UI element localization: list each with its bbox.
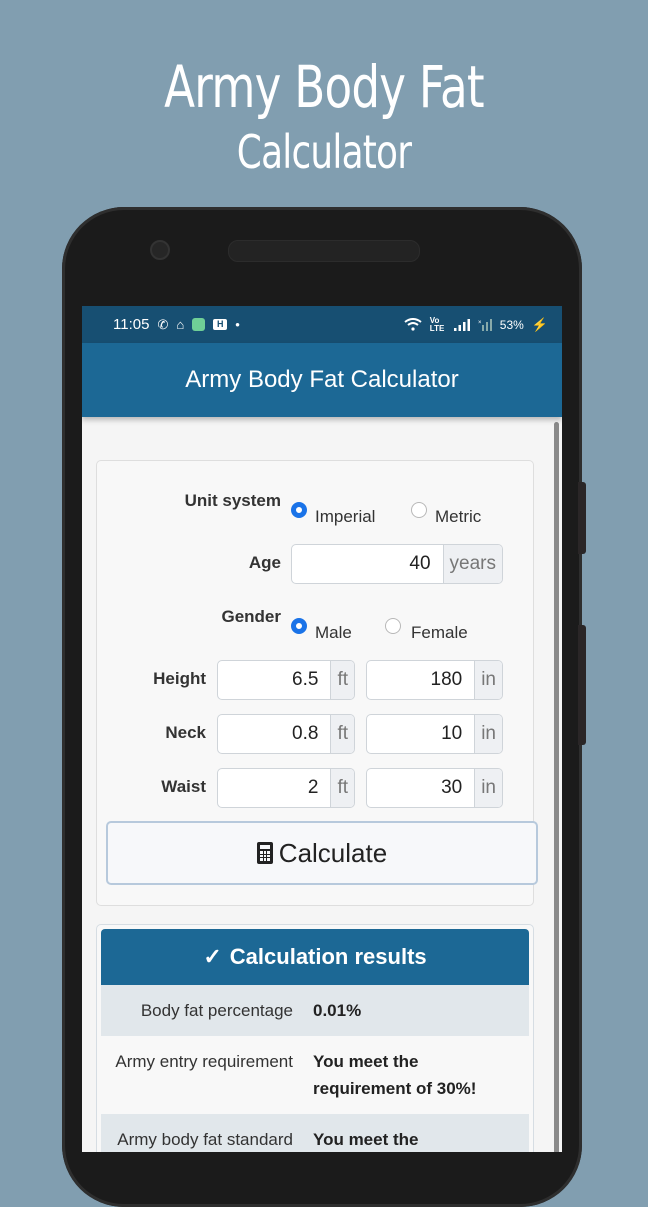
waist-row: Waist [97, 777, 206, 797]
result-value: 0.01% [313, 1001, 362, 1020]
neck-in-unit: in [474, 715, 502, 753]
result-key: Army entry requirement [115, 1052, 293, 1071]
volte-icon: Vo LTE [429, 315, 445, 333]
neck-in-value[interactable]: 10 [367, 715, 474, 753]
result-row: Body fat percentage 0.01% [101, 985, 529, 1036]
promo-title: Army Body Fat [164, 53, 485, 121]
calculate-label: Calculate [278, 837, 388, 868]
unit-system-row: Unit system [97, 491, 281, 511]
result-key: Body fat percentage [140, 1001, 293, 1020]
waist-ft-input[interactable]: 2 ft [217, 768, 355, 808]
gender-label: Gender [221, 607, 281, 626]
height-in-value[interactable]: 180 [367, 661, 474, 699]
radio-female[interactable]: Female [385, 609, 468, 643]
phone-screen: 11:05 ✆ ⌂ H • Vo LTE × 53% ⚡ Army Body F… [82, 306, 562, 1152]
radio-female-button[interactable] [385, 618, 401, 634]
gender-row: Gender [97, 607, 281, 627]
result-value: You meet the requirement of 30%! [313, 1052, 477, 1098]
neck-ft-value[interactable]: 0.8 [218, 715, 330, 753]
scrollbar[interactable] [554, 422, 559, 1152]
camera-icon [150, 240, 170, 260]
svg-text:×: × [478, 320, 482, 326]
result-key: Army body fat standard [117, 1130, 293, 1149]
result-row: Army body fat standard You meet the [101, 1114, 529, 1152]
volume-button [578, 625, 586, 745]
neck-in-input[interactable]: 10 in [366, 714, 503, 754]
age-row: Age [97, 553, 281, 573]
charging-icon: ⚡ [531, 317, 548, 332]
unit-system-label: Unit system [184, 491, 281, 510]
age-unit: years [442, 545, 502, 583]
height-ft-unit: ft [330, 661, 354, 699]
waist-in-value[interactable]: 30 [367, 769, 474, 807]
result-value: You meet the [313, 1130, 419, 1149]
result-row: Army entry requirement You meet the requ… [101, 1036, 529, 1114]
calculator-icon [256, 842, 273, 864]
battery-percent: 53% [499, 317, 524, 332]
age-input[interactable]: 40 years [291, 544, 503, 584]
h-badge-icon: H [213, 319, 228, 330]
waist-in-unit: in [474, 769, 502, 807]
age-value[interactable]: 40 [292, 545, 443, 583]
app-title: Army Body Fat Calculator [185, 366, 459, 393]
height-label: Height [153, 669, 206, 688]
radio-metric-button[interactable] [411, 502, 427, 518]
radio-imperial-button[interactable] [291, 502, 307, 518]
waist-ft-value[interactable]: 2 [218, 769, 330, 807]
signal-icon [453, 318, 470, 331]
neck-ft-input[interactable]: 0.8 ft [217, 714, 355, 754]
waist-label: Waist [161, 777, 206, 796]
waist-in-input[interactable]: 30 in [366, 768, 503, 808]
speaker-grille [228, 240, 420, 262]
no-signal-icon: × [478, 318, 492, 331]
wifi-icon [404, 318, 422, 331]
power-button [578, 482, 586, 554]
dot-icon: • [235, 317, 240, 332]
neck-ft-unit: ft [330, 715, 354, 753]
age-label: Age [248, 553, 281, 572]
home-icon: ⌂ [176, 317, 185, 332]
app-green-icon [192, 318, 206, 331]
radio-male-button[interactable] [291, 618, 307, 634]
calculate-button[interactable]: Calculate [106, 821, 538, 885]
app-bar: Army Body Fat Calculator [82, 343, 562, 417]
radio-imperial[interactable]: Imperial [291, 493, 375, 527]
status-bar: 11:05 ✆ ⌂ H • Vo LTE × 53% ⚡ [82, 306, 562, 343]
status-time: 11:05 [113, 316, 150, 333]
neck-label: Neck [165, 723, 206, 742]
whatsapp-icon: ✆ [157, 317, 169, 332]
radio-male-label[interactable]: Male [315, 623, 352, 643]
radio-metric-label[interactable]: Metric [435, 507, 481, 527]
radio-metric[interactable]: Metric [411, 493, 481, 527]
radio-female-label[interactable]: Female [411, 623, 468, 643]
promo-subtitle: Calculator [236, 125, 412, 179]
height-in-unit: in [474, 661, 502, 699]
radio-male[interactable]: Male [291, 609, 352, 643]
input-form-card: Unit system Imperial Metric Age 40 years… [96, 460, 538, 906]
results-card: ✓ Calculation results Body fat percentag… [96, 924, 534, 1152]
waist-ft-unit: ft [330, 769, 354, 807]
results-header: ✓ Calculation results [101, 929, 529, 985]
height-in-input[interactable]: 180 in [366, 660, 503, 700]
height-row: Height [97, 669, 206, 689]
height-ft-input[interactable]: 6.5 ft [217, 660, 355, 700]
check-icon: ✓ [203, 944, 222, 969]
height-ft-value[interactable]: 6.5 [218, 661, 330, 699]
radio-imperial-label[interactable]: Imperial [315, 507, 375, 527]
neck-row: Neck [97, 723, 206, 743]
results-title: Calculation results [229, 944, 427, 969]
